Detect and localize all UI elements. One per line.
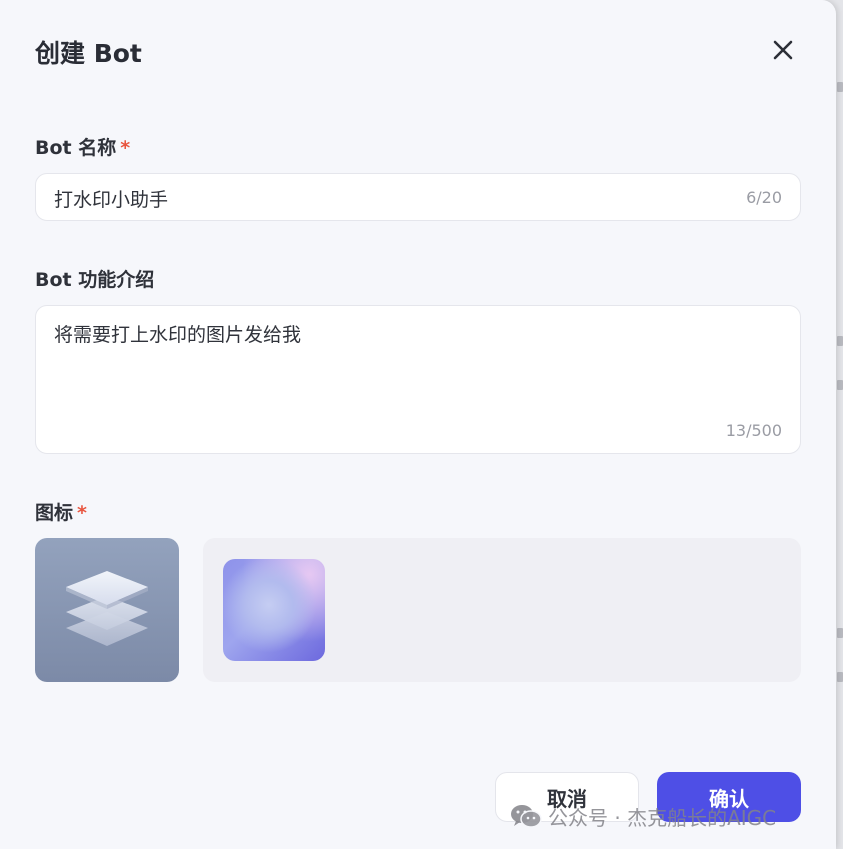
close-button[interactable] bbox=[770, 37, 796, 63]
bot-desc-label: Bot 功能介绍 bbox=[35, 269, 155, 291]
icon-label-text: 图标 bbox=[35, 502, 74, 524]
bot-desc-value: 将需要打上水印的图片发给我 bbox=[54, 324, 302, 346]
icon-preview[interactable] bbox=[35, 538, 179, 682]
layers-icon bbox=[66, 571, 148, 646]
bot-desc-textarea[interactable]: 将需要打上水印的图片发给我 13/500 bbox=[35, 305, 801, 454]
bot-name-label: Bot 名称 * bbox=[35, 133, 130, 160]
background-edge-mark bbox=[837, 672, 843, 682]
background-edge-mark bbox=[837, 336, 843, 346]
required-mark: * bbox=[120, 137, 131, 159]
bot-name-input[interactable]: 打水印小助手 6/20 bbox=[35, 173, 801, 221]
background-edge-mark bbox=[837, 628, 843, 638]
icon-options-panel bbox=[203, 538, 801, 682]
confirm-button[interactable]: 确认 bbox=[657, 772, 801, 822]
dialog-title: 创建 Bot bbox=[35, 39, 142, 68]
bot-name-label-text: Bot 名称 bbox=[35, 137, 117, 159]
required-mark: * bbox=[77, 502, 87, 524]
bot-desc-counter: 13/500 bbox=[725, 421, 782, 440]
icon-option-gradient[interactable] bbox=[223, 559, 325, 661]
create-bot-dialog: 创建 Bot Bot 名称 * 打水印小助手 6/20 Bot 功能介绍 将需要打… bbox=[0, 0, 836, 849]
bot-name-value: 打水印小助手 bbox=[54, 189, 169, 211]
close-icon bbox=[773, 40, 793, 60]
background-edge-mark bbox=[837, 380, 843, 390]
background-edge-mark bbox=[837, 82, 843, 92]
icon-label: 图标 * bbox=[35, 498, 87, 525]
bot-name-counter: 6/20 bbox=[746, 188, 782, 207]
cancel-button[interactable]: 取消 bbox=[495, 772, 639, 822]
